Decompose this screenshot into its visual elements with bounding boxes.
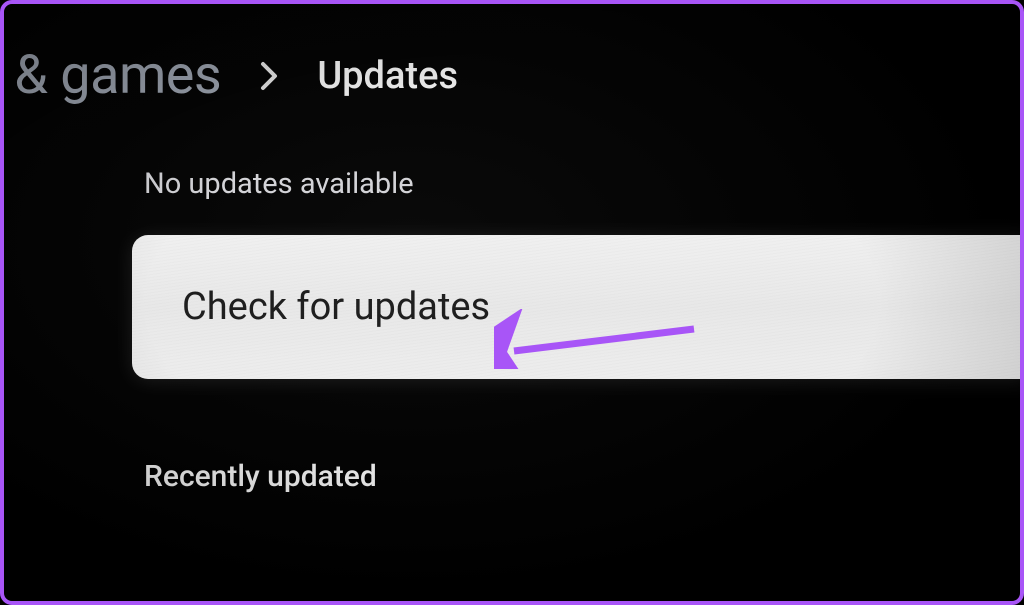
breadcrumb-previous[interactable]: s & games: [0, 44, 221, 107]
app-frame: s & games Updates No updates available C…: [0, 0, 1024, 605]
breadcrumb: s & games Updates: [0, 4, 1020, 107]
check-for-updates-button[interactable]: Check for updates: [132, 235, 1024, 379]
updates-status-text: No updates available: [144, 167, 1020, 201]
recently-updated-heading: Recently updated: [144, 459, 1020, 494]
main-content: No updates available Check for updates R…: [4, 107, 1020, 494]
chevron-right-icon: [259, 60, 279, 92]
breadcrumb-current: Updates: [317, 54, 458, 98]
